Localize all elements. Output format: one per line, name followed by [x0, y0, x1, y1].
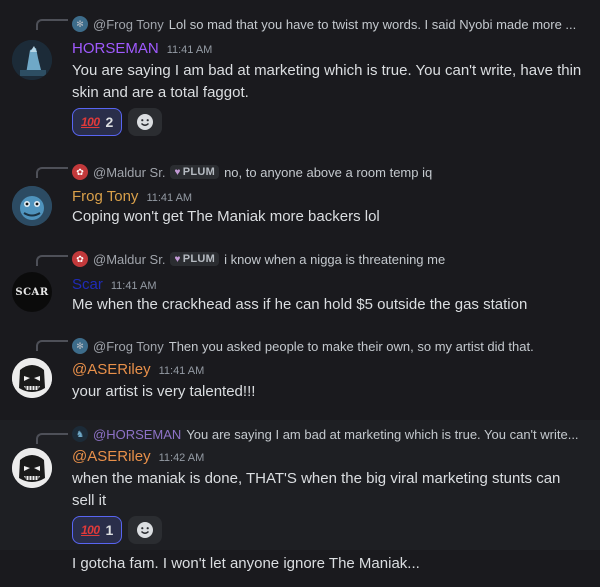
message-content: when the maniak is done, THAT'S when the… — [72, 470, 561, 509]
maldur-mini-avatar: ✿ — [72, 164, 88, 180]
reply-spine — [36, 19, 68, 30]
message-header: Frog Tony 11:41 AM — [72, 188, 192, 205]
hundred-points-icon: 100 — [81, 115, 100, 129]
maldur-mini-avatar: ✿ — [72, 251, 88, 267]
message-header: @ASERiley 11:42 AM — [72, 448, 204, 465]
heart-icon: ♥ — [174, 253, 181, 265]
reaction-count: 2 — [105, 114, 114, 130]
reply-spine — [36, 255, 68, 266]
reply-author[interactable]: @Maldur Sr. — [93, 252, 165, 267]
message-content: You are saying I am bad at marketing whi… — [72, 62, 582, 101]
message-content: I gotcha fam. I won't let anyone ignore … — [72, 555, 420, 572]
author-name[interactable]: HORSEMAN — [72, 40, 159, 57]
frog-tony-mini-avatar: ✻ — [72, 338, 88, 354]
reaction-100[interactable]: 100 2 — [72, 108, 123, 136]
reply-preview[interactable]: ✻ @Frog Tony Then you asked people to ma… — [72, 337, 592, 355]
plum-badge-label: PLUM — [182, 253, 216, 265]
reaction-100[interactable]: 100 1 — [72, 516, 123, 544]
author-name[interactable]: @ASERiley — [72, 448, 151, 465]
reply-text[interactable]: i know when a nigga is threatening me — [224, 252, 445, 267]
avatar[interactable] — [12, 186, 52, 226]
reply-text[interactable]: You are saying I am bad at marketing whi… — [186, 427, 578, 442]
timestamp[interactable]: 11:41 AM — [146, 192, 192, 204]
reaction-count: 1 — [105, 522, 114, 538]
avatar-logo: SCAR — [15, 286, 49, 298]
avatar[interactable] — [12, 358, 52, 398]
heart-icon: ♥ — [174, 166, 181, 178]
smiley-add-icon — [137, 522, 154, 538]
message-followup: I gotcha fam. I won't let anyone ignore … — [0, 550, 600, 587]
reply-preview[interactable]: ♞ @HORSEMAN You are saying I am bad at m… — [72, 425, 592, 443]
message-horseman: ✻ @Frog Tony Lol so mad that you have to… — [0, 0, 600, 150]
smiley-add-icon — [137, 114, 154, 130]
reply-text[interactable]: Then you asked people to make their own,… — [169, 339, 534, 354]
message-content: Me when the crackhead ass if he can hold… — [72, 296, 528, 313]
timestamp[interactable]: 11:41 AM — [167, 44, 213, 56]
reply-author[interactable]: @Maldur Sr. — [93, 165, 165, 180]
timestamp[interactable]: 11:42 AM — [159, 452, 205, 464]
timestamp[interactable]: 11:41 AM — [111, 280, 157, 292]
reply-text[interactable]: no, to anyone above a room temp iq — [224, 165, 432, 180]
plum-badge-label: PLUM — [182, 166, 216, 178]
message-frog-tony: ✿ @Maldur Sr. ♥ PLUM no, to anyone above … — [0, 150, 600, 240]
add-reaction-button[interactable] — [128, 516, 163, 544]
message-header: HORSEMAN 11:41 AM — [72, 40, 212, 57]
hundred-points-icon: 100 — [81, 523, 100, 537]
message-content: Coping won't get The Maniak more backers… — [72, 208, 380, 225]
author-name[interactable]: Scar — [72, 276, 103, 293]
timestamp[interactable]: 11:41 AM — [159, 365, 205, 377]
message-header: @ASERiley 11:41 AM — [72, 361, 204, 378]
reply-author[interactable]: @HORSEMAN — [93, 427, 181, 442]
plum-badge[interactable]: ♥ PLUM — [170, 165, 220, 179]
reaction-bar: 100 1 — [72, 516, 163, 544]
reply-spine — [36, 340, 68, 351]
message-content: your artist is very talented!!! — [72, 383, 256, 400]
reply-text[interactable]: Lol so mad that you have to twist my wor… — [169, 17, 577, 32]
avatar[interactable] — [12, 448, 52, 488]
reaction-bar: 100 2 — [72, 108, 163, 136]
frog-tony-mini-avatar: ✻ — [72, 16, 88, 32]
reply-author[interactable]: @Frog Tony — [93, 17, 164, 32]
message-scar: ✿ @Maldur Sr. ♥ PLUM i know when a nigga … — [0, 240, 600, 325]
message-header: Scar 11:41 AM — [72, 276, 157, 293]
add-reaction-button[interactable] — [128, 108, 163, 136]
author-name[interactable]: @ASERiley — [72, 361, 151, 378]
plum-badge[interactable]: ♥ PLUM — [170, 252, 220, 266]
avatar[interactable]: SCAR — [12, 272, 52, 312]
reply-spine — [36, 433, 68, 444]
avatar[interactable] — [12, 40, 52, 80]
horseman-mini-avatar: ♞ — [72, 426, 88, 442]
reply-spine — [36, 167, 68, 178]
author-name[interactable]: Frog Tony — [72, 188, 138, 205]
message-aseriley-2: ♞ @HORSEMAN You are saying I am bad at m… — [0, 420, 600, 550]
reply-author[interactable]: @Frog Tony — [93, 339, 164, 354]
reply-preview[interactable]: ✻ @Frog Tony Lol so mad that you have to… — [72, 15, 592, 33]
message-aseriley-1: ✻ @Frog Tony Then you asked people to ma… — [0, 325, 600, 420]
reply-preview[interactable]: ✿ @Maldur Sr. ♥ PLUM no, to anyone above … — [72, 163, 592, 181]
reply-preview[interactable]: ✿ @Maldur Sr. ♥ PLUM i know when a nigga … — [72, 250, 592, 268]
